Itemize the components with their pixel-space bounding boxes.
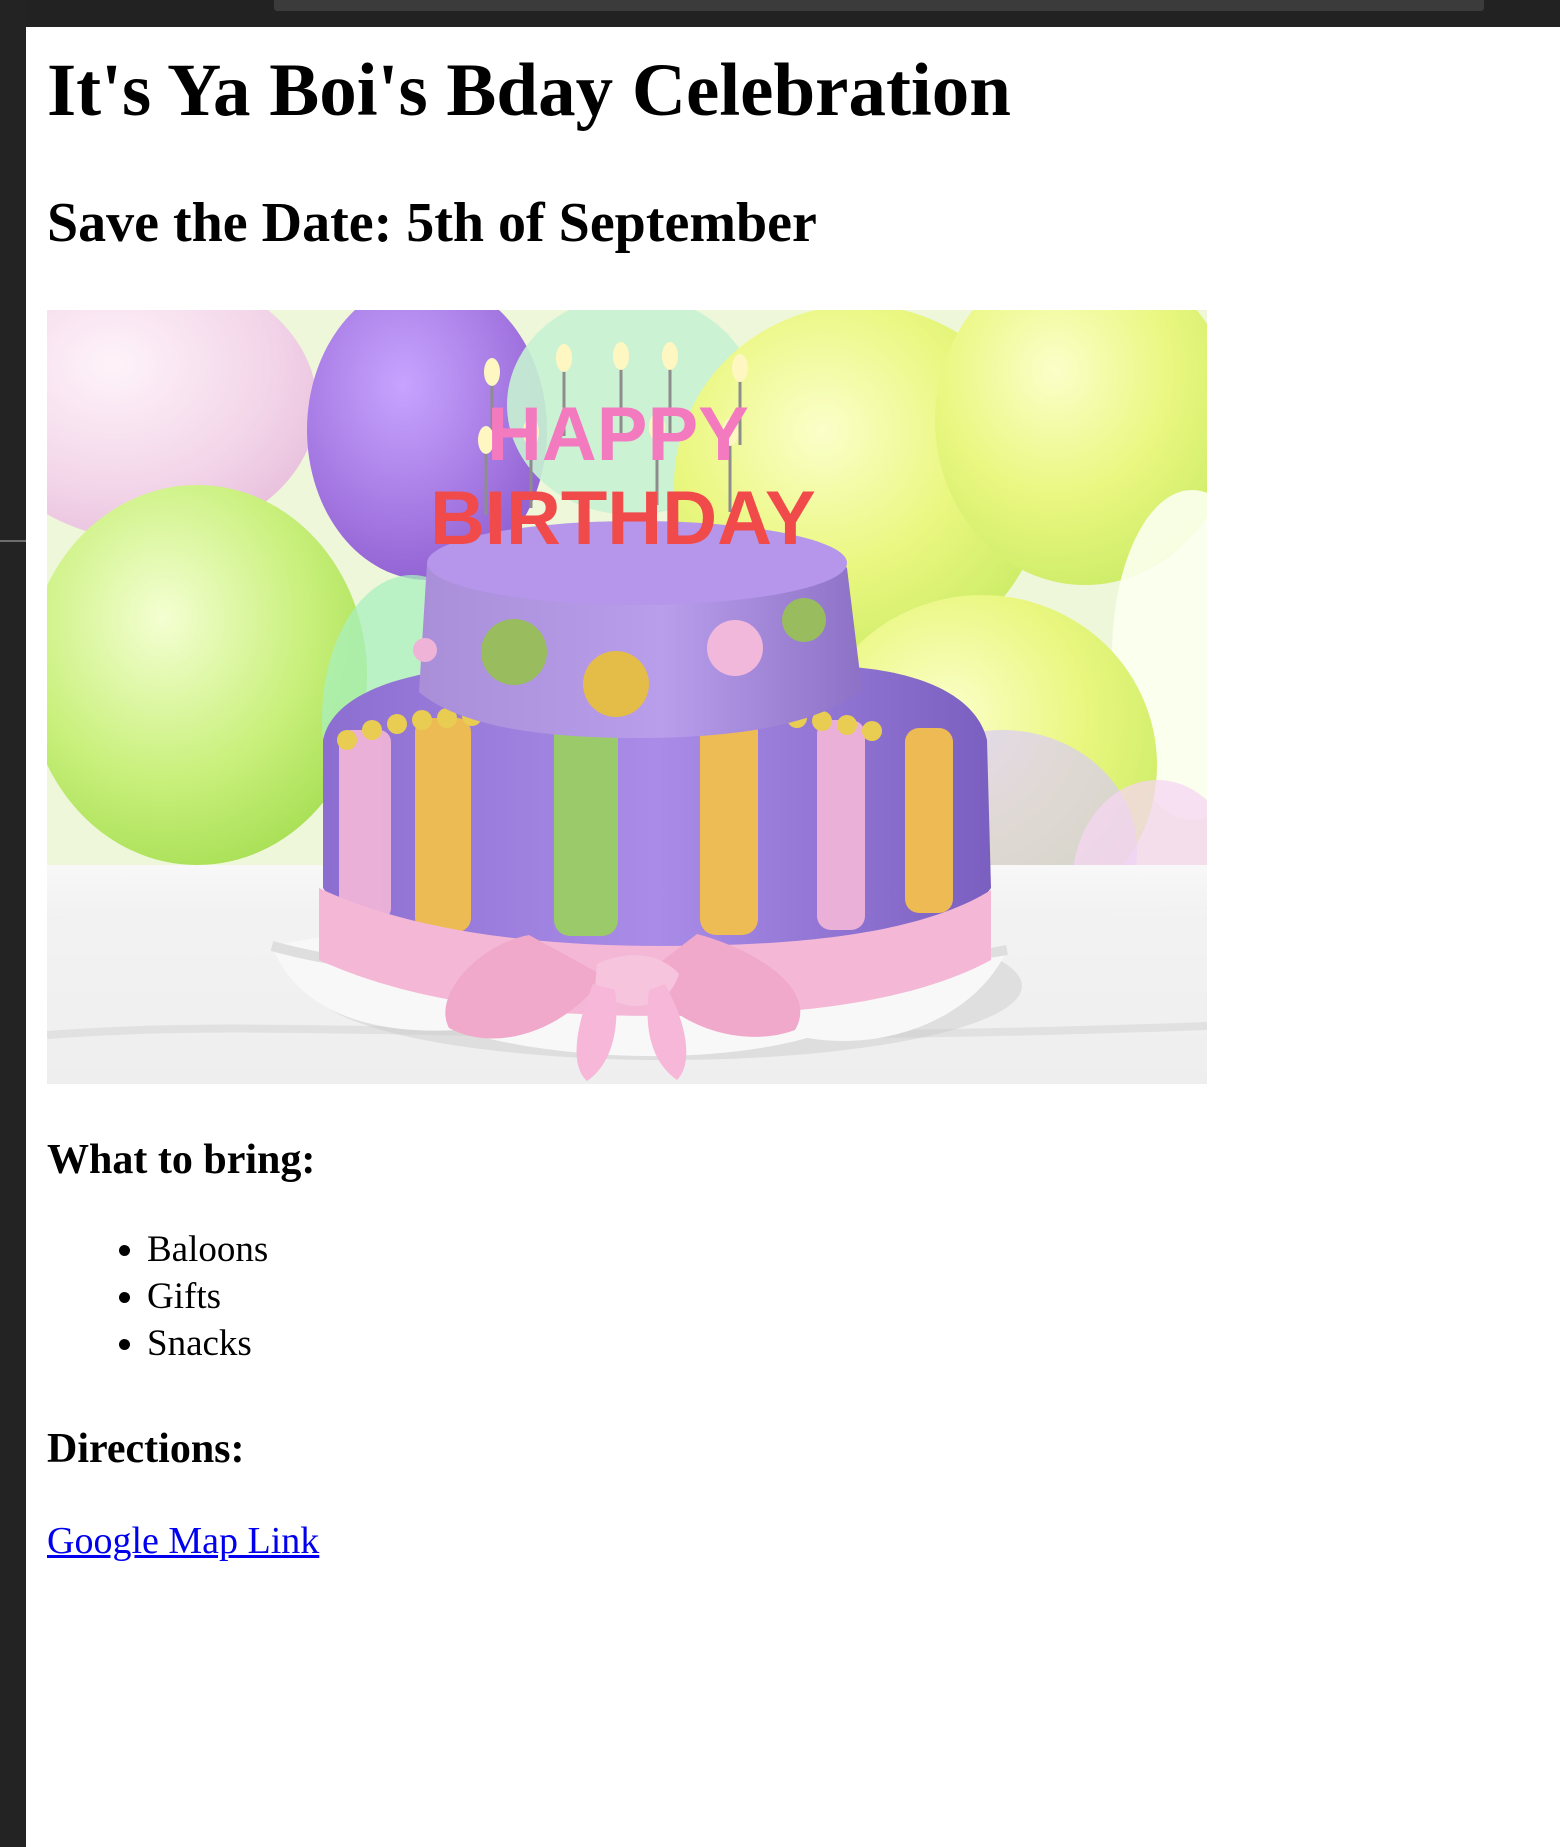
page-title: It's Ya Boi's Bday Celebration xyxy=(47,49,1011,132)
what-to-bring-heading: What to bring: xyxy=(47,1137,316,1183)
google-map-link[interactable]: Google Map Link xyxy=(47,1518,319,1564)
birthday-cake-picture: HAPPY BIRTHDAY xyxy=(47,310,1207,1084)
editor-window: It's Ya Boi's Bday Celebration Save the … xyxy=(0,0,1560,1847)
cake-topper-birthday-text: BIRTHDAY xyxy=(430,476,816,561)
what-to-bring-list: Baloons Gifts Snacks xyxy=(47,1226,268,1367)
list-item: Snacks xyxy=(147,1320,268,1367)
gutter-divider xyxy=(0,540,26,542)
left-gutter xyxy=(0,0,26,1847)
cake-topper-happy-text: HAPPY xyxy=(487,392,749,477)
save-date-heading: Save the Date: 5th of September xyxy=(47,192,817,254)
directions-heading: Directions: xyxy=(47,1426,245,1472)
top-bar xyxy=(0,0,1560,27)
list-item: Baloons xyxy=(147,1226,268,1273)
html-preview: It's Ya Boi's Bday Celebration Save the … xyxy=(26,27,1560,1847)
list-item: Gifts xyxy=(147,1273,268,1320)
horizontal-scrollbar[interactable] xyxy=(274,0,1484,11)
birthday-cake-image: HAPPY BIRTHDAY xyxy=(47,310,1207,1084)
